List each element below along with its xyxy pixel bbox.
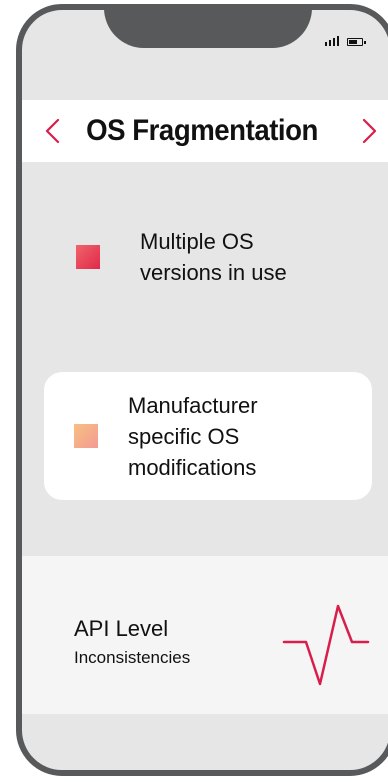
card-manufacturer-modifications: Manufacturer specific OS modifications: [44, 372, 372, 500]
list-item-os-versions: Multiple OS versions in use: [76, 226, 340, 288]
battery-icon: [347, 38, 366, 46]
chevron-right-icon[interactable]: [356, 116, 384, 146]
heartbeat-pulse-icon: [282, 604, 370, 686]
card-label: Manufacturer specific OS modifications: [128, 392, 258, 480]
page-title: OS Fragmentation: [86, 114, 318, 147]
phone-notch: [104, 10, 312, 48]
api-level-title: API Level: [74, 616, 169, 641]
peach-square-icon: [74, 424, 98, 448]
status-bar: [325, 36, 366, 46]
signal-icon: [325, 36, 339, 46]
header-bar: OS Fragmentation: [22, 100, 388, 162]
api-level-panel: API Level Inconsistencies: [22, 556, 388, 714]
red-square-icon: [76, 245, 100, 269]
stage: OS Fragmentation Multiple OS versions in…: [0, 0, 388, 782]
api-level-subtitle: Inconsistencies: [74, 648, 191, 667]
list-item-label: Multiple OS versions in use: [140, 229, 287, 285]
phone-frame: OS Fragmentation Multiple OS versions in…: [16, 4, 388, 776]
chevron-left-icon[interactable]: [38, 116, 66, 146]
